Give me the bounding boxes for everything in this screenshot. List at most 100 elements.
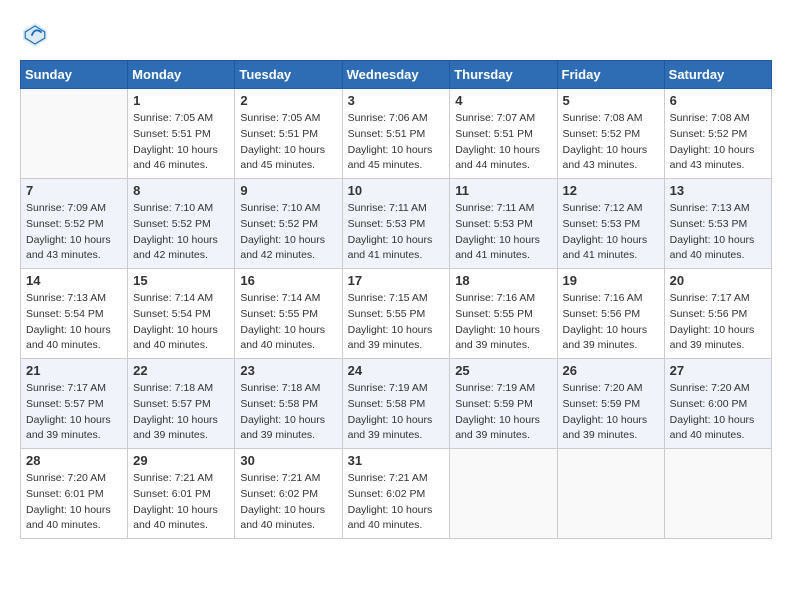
- day-number: 16: [240, 273, 336, 288]
- calendar-cell: 1 Sunrise: 7:05 AMSunset: 5:51 PMDaylight…: [128, 89, 235, 179]
- day-number: 23: [240, 363, 336, 378]
- calendar-cell: 2 Sunrise: 7:05 AMSunset: 5:51 PMDaylight…: [235, 89, 342, 179]
- day-info: Sunrise: 7:13 AMSunset: 5:53 PMDaylight:…: [670, 201, 766, 264]
- calendar-cell: 11Sunrise: 7:11 AMSunset: 5:53 PMDayligh…: [450, 179, 557, 269]
- col-header-sunday: Sunday: [21, 61, 128, 89]
- col-header-monday: Monday: [128, 61, 235, 89]
- day-info: Sunrise: 7:06 AMSunset: 5:51 PMDaylight:…: [348, 111, 445, 174]
- calendar-cell: 21Sunrise: 7:17 AMSunset: 5:57 PMDayligh…: [21, 359, 128, 449]
- day-number: 14: [26, 273, 122, 288]
- calendar-cell: 17Sunrise: 7:15 AMSunset: 5:55 PMDayligh…: [342, 269, 450, 359]
- day-number: 2: [240, 93, 336, 108]
- calendar-cell: 3 Sunrise: 7:06 AMSunset: 5:51 PMDaylight…: [342, 89, 450, 179]
- calendar-cell: 28Sunrise: 7:20 AMSunset: 6:01 PMDayligh…: [21, 449, 128, 539]
- day-info: Sunrise: 7:05 AMSunset: 5:51 PMDaylight:…: [133, 111, 229, 174]
- col-header-thursday: Thursday: [450, 61, 557, 89]
- day-number: 12: [563, 183, 659, 198]
- day-info: Sunrise: 7:20 AMSunset: 6:00 PMDaylight:…: [670, 381, 766, 444]
- calendar-cell: 13 Sunrise: 7:13 AMSunset: 5:53 PMDayligh…: [664, 179, 771, 269]
- day-info: Sunrise: 7:19 AMSunset: 5:59 PMDaylight:…: [455, 381, 551, 444]
- day-info: Sunrise: 7:20 AMSunset: 5:59 PMDaylight:…: [563, 381, 659, 444]
- day-info: Sunrise: 7:12 AMSunset: 5:53 PMDaylight:…: [563, 201, 659, 264]
- day-info: Sunrise: 7:10 AMSunset: 5:52 PMDaylight:…: [240, 201, 336, 264]
- day-number: 4: [455, 93, 551, 108]
- col-header-saturday: Saturday: [664, 61, 771, 89]
- day-number: 29: [133, 453, 229, 468]
- calendar-cell: 27 Sunrise: 7:20 AMSunset: 6:00 PMDayligh…: [664, 359, 771, 449]
- calendar-header-row: SundayMondayTuesdayWednesdayThursdayFrid…: [21, 61, 772, 89]
- day-info: Sunrise: 7:14 AMSunset: 5:54 PMDaylight:…: [133, 291, 229, 354]
- calendar-cell: 18Sunrise: 7:16 AMSunset: 5:55 PMDayligh…: [450, 269, 557, 359]
- day-number: 31: [348, 453, 445, 468]
- calendar-week-row: 14 Sunrise: 7:13 AMSunset: 5:54 PMDayligh…: [21, 269, 772, 359]
- day-info: Sunrise: 7:16 AMSunset: 5:56 PMDaylight:…: [563, 291, 659, 354]
- day-number: 27: [670, 363, 766, 378]
- day-number: 10: [348, 183, 445, 198]
- calendar-cell: [664, 449, 771, 539]
- calendar-cell: 31 Sunrise: 7:21 AMSunset: 6:02 PMDayligh…: [342, 449, 450, 539]
- day-info: Sunrise: 7:17 AMSunset: 5:56 PMDaylight:…: [670, 291, 766, 354]
- calendar-cell: 20 Sunrise: 7:17 AMSunset: 5:56 PMDayligh…: [664, 269, 771, 359]
- day-info: Sunrise: 7:05 AMSunset: 5:51 PMDaylight:…: [240, 111, 336, 174]
- day-number: 20: [670, 273, 766, 288]
- day-number: 26: [563, 363, 659, 378]
- day-number: 22: [133, 363, 229, 378]
- day-info: Sunrise: 7:08 AMSunset: 5:52 PMDaylight:…: [670, 111, 766, 174]
- day-number: 19: [563, 273, 659, 288]
- day-info: Sunrise: 7:08 AMSunset: 5:52 PMDaylight:…: [563, 111, 659, 174]
- day-number: 5: [563, 93, 659, 108]
- day-number: 1: [133, 93, 229, 108]
- calendar-cell: 5 Sunrise: 7:08 AMSunset: 5:52 PMDaylight…: [557, 89, 664, 179]
- day-info: Sunrise: 7:19 AMSunset: 5:58 PMDaylight:…: [348, 381, 445, 444]
- day-info: Sunrise: 7:18 AMSunset: 5:57 PMDaylight:…: [133, 381, 229, 444]
- calendar-cell: 16 Sunrise: 7:14 AMSunset: 5:55 PMDayligh…: [235, 269, 342, 359]
- calendar-cell: 12 Sunrise: 7:12 AMSunset: 5:53 PMDayligh…: [557, 179, 664, 269]
- calendar-cell: 14 Sunrise: 7:13 AMSunset: 5:54 PMDayligh…: [21, 269, 128, 359]
- day-number: 25: [455, 363, 551, 378]
- day-info: Sunrise: 7:13 AMSunset: 5:54 PMDaylight:…: [26, 291, 122, 354]
- col-header-friday: Friday: [557, 61, 664, 89]
- day-info: Sunrise: 7:10 AMSunset: 5:52 PMDaylight:…: [133, 201, 229, 264]
- calendar-cell: [21, 89, 128, 179]
- day-info: Sunrise: 7:18 AMSunset: 5:58 PMDaylight:…: [240, 381, 336, 444]
- calendar-cell: 9 Sunrise: 7:10 AMSunset: 5:52 PMDaylight…: [235, 179, 342, 269]
- day-number: 15: [133, 273, 229, 288]
- calendar-cell: 22 Sunrise: 7:18 AMSunset: 5:57 PMDayligh…: [128, 359, 235, 449]
- day-number: 3: [348, 93, 445, 108]
- col-header-tuesday: Tuesday: [235, 61, 342, 89]
- day-info: Sunrise: 7:21 AMSunset: 6:02 PMDaylight:…: [240, 471, 336, 534]
- calendar-cell: 4 Sunrise: 7:07 AMSunset: 5:51 PMDaylight…: [450, 89, 557, 179]
- day-number: 17: [348, 273, 445, 288]
- day-info: Sunrise: 7:07 AMSunset: 5:51 PMDaylight:…: [455, 111, 551, 174]
- calendar-cell: 15 Sunrise: 7:14 AMSunset: 5:54 PMDayligh…: [128, 269, 235, 359]
- col-header-wednesday: Wednesday: [342, 61, 450, 89]
- day-info: Sunrise: 7:14 AMSunset: 5:55 PMDaylight:…: [240, 291, 336, 354]
- calendar-cell: 24 Sunrise: 7:19 AMSunset: 5:58 PMDayligh…: [342, 359, 450, 449]
- day-number: 9: [240, 183, 336, 198]
- day-info: Sunrise: 7:20 AMSunset: 6:01 PMDaylight:…: [26, 471, 122, 534]
- calendar-cell: 8Sunrise: 7:10 AMSunset: 5:52 PMDaylight…: [128, 179, 235, 269]
- page-header: [20, 20, 772, 50]
- calendar-table: SundayMondayTuesdayWednesdayThursdayFrid…: [20, 60, 772, 539]
- day-info: Sunrise: 7:17 AMSunset: 5:57 PMDaylight:…: [26, 381, 122, 444]
- calendar-cell: 26 Sunrise: 7:20 AMSunset: 5:59 PMDayligh…: [557, 359, 664, 449]
- day-info: Sunrise: 7:09 AMSunset: 5:52 PMDaylight:…: [26, 201, 122, 264]
- day-number: 6: [670, 93, 766, 108]
- day-number: 24: [348, 363, 445, 378]
- calendar-cell: 23 Sunrise: 7:18 AMSunset: 5:58 PMDayligh…: [235, 359, 342, 449]
- calendar-cell: 19 Sunrise: 7:16 AMSunset: 5:56 PMDayligh…: [557, 269, 664, 359]
- day-info: Sunrise: 7:21 AMSunset: 6:02 PMDaylight:…: [348, 471, 445, 534]
- calendar-cell: 30Sunrise: 7:21 AMSunset: 6:02 PMDayligh…: [235, 449, 342, 539]
- day-number: 18: [455, 273, 551, 288]
- calendar-week-row: 1 Sunrise: 7:05 AMSunset: 5:51 PMDaylight…: [21, 89, 772, 179]
- logo: [20, 20, 54, 50]
- calendar-cell: 25 Sunrise: 7:19 AMSunset: 5:59 PMDayligh…: [450, 359, 557, 449]
- calendar-week-row: 28Sunrise: 7:20 AMSunset: 6:01 PMDayligh…: [21, 449, 772, 539]
- calendar-cell: 10 Sunrise: 7:11 AMSunset: 5:53 PMDayligh…: [342, 179, 450, 269]
- day-number: 11: [455, 183, 551, 198]
- calendar-week-row: 21Sunrise: 7:17 AMSunset: 5:57 PMDayligh…: [21, 359, 772, 449]
- calendar-cell: 29Sunrise: 7:21 AMSunset: 6:01 PMDayligh…: [128, 449, 235, 539]
- day-number: 13: [670, 183, 766, 198]
- day-info: Sunrise: 7:11 AMSunset: 5:53 PMDaylight:…: [348, 201, 445, 264]
- calendar-week-row: 7Sunrise: 7:09 AMSunset: 5:52 PMDaylight…: [21, 179, 772, 269]
